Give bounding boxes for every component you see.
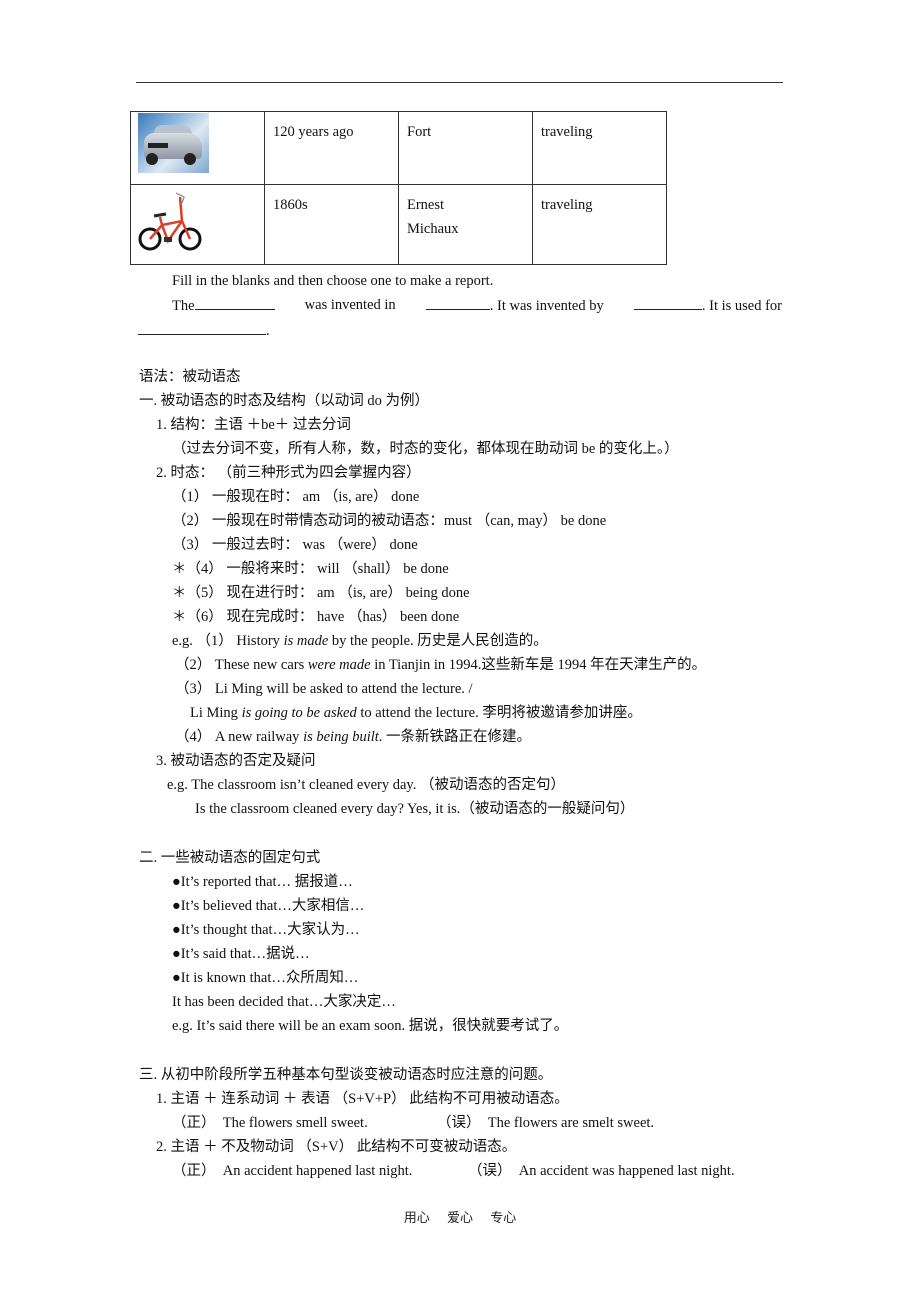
example-2: （2） These new cars were made in Tianjin … [175,657,707,673]
rule-2-wrong-example: （误） An accident was happened last night. [468,1163,735,1179]
image-cell [130,184,265,265]
header-rule [136,82,783,83]
blank-time [425,295,490,310]
pattern-item: ●It’s believed that…大家相信… [172,898,365,914]
rule-2-example: （正） An accident happened last night. [172,1163,413,1179]
structure-point: 1. 结构：主语 ＋be＋ 过去分词 [156,417,351,433]
exercise-sentence-end: . [138,320,270,341]
rule-1-wrong-example: （误） The flowers are smelt sweet. [437,1115,655,1131]
question-example: Is the classroom cleaned every day? Yes,… [195,801,635,817]
page-footer: 用心 爱心 专心 [403,1210,517,1225]
example-1: e.g. （1） History is made by the people. … [172,633,548,649]
bicycle-image [138,187,202,257]
exercise-sentence: The was invented in . It was invented by… [172,295,782,314]
pattern-item: ●It’s reported that… 据报道… [172,874,353,890]
example-3a: （3） Li Ming will be asked to attend the … [175,681,473,697]
inventor-cell: Ernest Michaux [398,184,533,265]
rule-2: 2. 主语 ＋ 不及物动词 （S+V） 此结构不可变被动语态。 [156,1139,517,1155]
pattern-item: It has been decided that…大家决定… [172,994,396,1010]
time-cell: 1860s [264,184,399,265]
time-cell: 120 years ago [264,111,399,185]
car-image [138,113,209,173]
blank-use [138,320,266,335]
section-3-heading: 三. 从初中阶段所学五种基本句型谈变被动语态时应注意的问题。 [139,1067,553,1083]
pattern-item: ●It’s said that…据说… [172,946,310,962]
section-2-heading: 二. 一些被动语态的固定句式 [139,850,321,866]
example-4: （4） A new railway is being built. 一条新铁路正… [175,729,532,745]
inventor-cell: Fort [398,111,533,185]
inventions-table: 120 years ago Fort traveling 1860s Ernes… [130,111,667,265]
tense-item: ＊（6） 现在完成时： have （has） been done [172,609,460,625]
tense-item: （1） 一般现在时： am （is, are） done [172,489,420,505]
example-3b: Li Ming is going to be asked to attend t… [190,705,642,721]
tense-item: （3） 一般过去时： was （were） done [172,537,418,553]
negation-example: e.g. The classroom isn’t cleaned every d… [167,777,565,793]
negation-point: 3. 被动语态的否定及疑问 [156,753,316,769]
structure-note: （过去分词不变，所有人称，数，时态的变化，都体现在助动词 be 的变化上。） [172,441,679,457]
pattern-item: ●It’s thought that…大家认为… [172,922,360,938]
table-row: 120 years ago Fort traveling [130,111,667,185]
rule-1-example: （正） The flowers smell sweet. [172,1115,368,1131]
table-row: 1860s Ernest Michaux traveling [130,184,667,265]
pattern-item: ●It is known that…众所周知… [172,970,359,986]
pattern-example: e.g. It’s said there will be an exam soo… [172,1018,569,1034]
grammar-title: 语法：被动语态 [139,369,241,385]
tense-item: （2） 一般现在时带情态动词的被动语态：must （can, may） be d… [172,513,607,529]
blank-invention [194,295,275,310]
use-cell: traveling [532,184,667,265]
image-cell [130,111,265,185]
exercise-instruction: Fill in the blanks and then choose one t… [172,273,494,289]
tenses-point: 2. 时态： （前三种形式为四会掌握内容） [156,465,421,481]
section-1-heading: 一. 被动语态的时态及结构（以动词 do 为例） [139,393,429,409]
tense-item: ＊（4） 一般将来时： will （shall） be done [172,561,449,577]
tense-item: ＊（5） 现在进行时： am （is, are） being done [172,585,470,601]
rule-1: 1. 主语 ＋ 连系动词 ＋ 表语 （S+V+P） 此结构不可用被动语态。 [156,1091,569,1107]
use-cell: traveling [532,111,667,185]
blank-inventor [633,295,702,310]
